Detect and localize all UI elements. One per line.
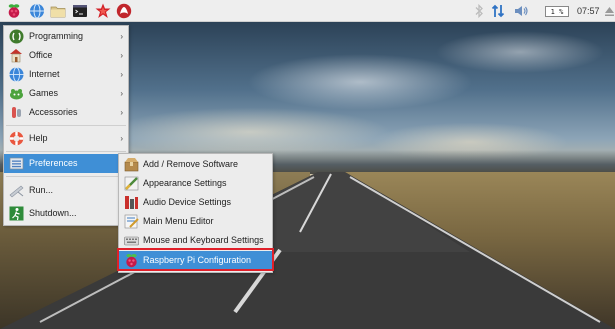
menu-item-main-menu-editor[interactable]: Main Menu Editor [119,212,272,231]
mouse-keyboard-settings-icon [124,236,139,246]
menu-item-programming[interactable]: Programming › [4,27,128,46]
submenu-arrow-icon: › [120,89,123,98]
menu-item-add-remove-software[interactable]: Add / Remove Software [119,155,272,174]
raspberry-menu-icon[interactable] [6,3,22,19]
menu-item-label: Appearance Settings [143,178,227,188]
web-browser-icon[interactable] [29,3,45,19]
menu-item-run[interactable]: Run... [4,181,128,200]
menu-separator [6,151,126,152]
main-menu: Programming › Office › Internet › Games … [3,25,129,226]
menu-separator [6,125,126,126]
bluetooth-icon[interactable] [473,3,485,19]
menu-item-office[interactable]: Office › [4,46,128,65]
submenu-arrow-icon: › [120,51,123,60]
menu-item-label: Run... [29,185,54,195]
menu-item-appearance-settings[interactable]: Appearance Settings [119,174,272,193]
menu-item-label: Shutdown... [29,208,77,218]
menu-item-preferences[interactable]: Preferences › [4,154,128,173]
menu-item-label: Games [29,88,59,98]
shutdown-icon [9,206,24,221]
menu-item-audio-device-settings[interactable]: Audio Device Settings [119,193,272,212]
menu-item-accessories[interactable]: Accessories › [4,103,128,122]
main-menu-editor-icon [124,214,139,229]
menu-item-label: Accessories [29,107,78,117]
menu-item-help[interactable]: Help › [4,129,128,148]
menu-item-label: Main Menu Editor [143,216,214,226]
clock[interactable]: 07:57 [577,0,600,22]
submenu-arrow-icon: › [120,32,123,41]
menu-item-label: Help [29,133,48,143]
menu-item-shutdown[interactable]: Shutdown... [4,204,128,223]
mathematica-icon[interactable] [116,3,132,19]
accessories-icon [12,107,21,118]
programming-icon [9,29,24,44]
run-icon [9,185,24,198]
file-manager-icon[interactable] [50,3,66,19]
terminal-icon[interactable] [72,3,88,19]
network-arrows-icon[interactable] [490,3,506,19]
menu-item-label: Programming [29,31,84,41]
appearance-settings-icon [124,176,139,191]
submenu-arrow-icon: › [120,70,123,79]
cpu-usage-monitor[interactable]: 1 % [545,6,569,17]
eject-icon[interactable] [604,3,615,19]
menu-item-label: Internet [29,69,60,79]
submenu-arrow-icon: › [120,134,123,143]
preferences-icon [9,157,24,170]
games-icon [10,89,23,100]
add-remove-software-icon [124,158,139,172]
wolfram-icon[interactable] [95,3,111,19]
menu-item-internet[interactable]: Internet › [4,65,128,84]
help-lifebuoy-icon [9,131,24,146]
menu-item-label: Audio Device Settings [143,197,232,207]
menu-item-label: Preferences [29,158,78,168]
highlight-annotation-box [117,248,274,271]
internet-globe-icon [9,67,24,82]
menu-item-games[interactable]: Games › [4,84,128,103]
menu-item-label: Office [29,50,53,60]
top-taskbar: 1 % 07:57 [0,0,615,22]
audio-device-settings-icon [125,196,138,209]
office-icon [10,49,22,63]
submenu-arrow-icon: › [120,108,123,117]
menu-separator [6,176,126,177]
volume-icon[interactable] [513,3,529,19]
menu-item-label: Add / Remove Software [143,159,239,169]
